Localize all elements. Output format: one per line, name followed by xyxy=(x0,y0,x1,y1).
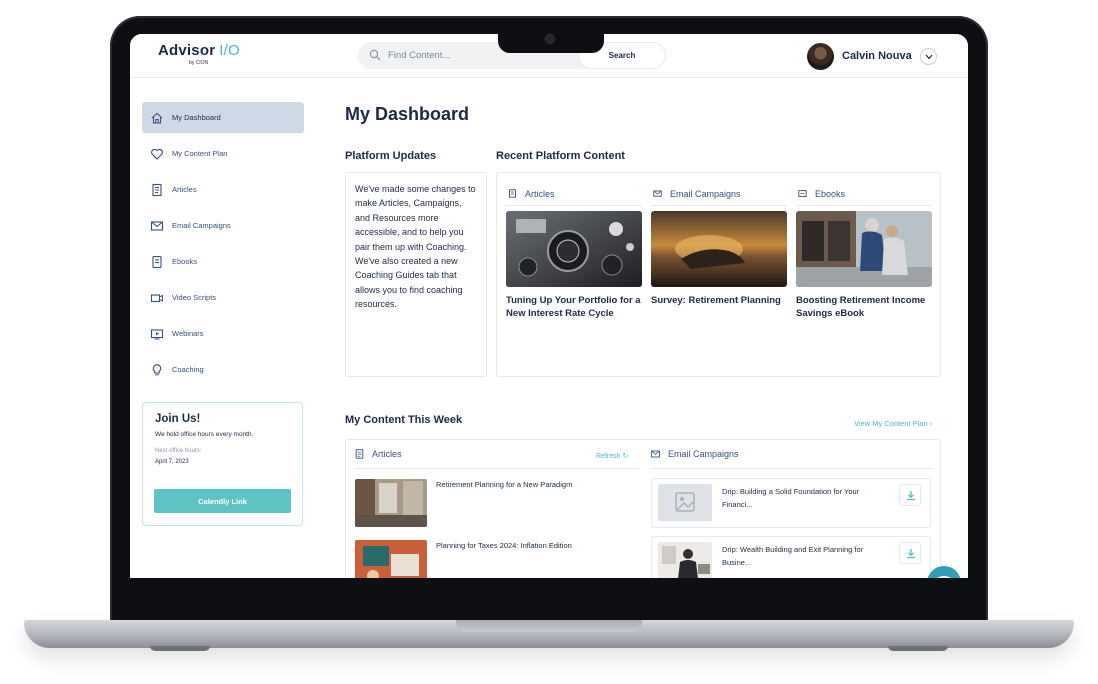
sidebar-item-coaching[interactable]: Coaching xyxy=(142,354,304,385)
envelope-icon xyxy=(653,190,662,197)
sidebar-item-label: My Content Plan xyxy=(172,149,228,158)
envelope-icon xyxy=(150,220,164,231)
laptop-foot-left xyxy=(150,646,210,651)
recent-column-header: Email Campaigns xyxy=(651,182,787,206)
chat-icon xyxy=(937,576,951,578)
join-title: Join Us! xyxy=(155,413,201,425)
sidebar-item-label: Coaching xyxy=(172,365,204,374)
office-hours-date: April 7, 2023 xyxy=(155,459,189,465)
email-title[interactable]: Drip: Building a Solid Foundation for Yo… xyxy=(722,485,882,511)
office-hours-card: Join Us! We hold office hours every mont… xyxy=(142,402,303,526)
recent-category: Ebooks xyxy=(815,188,846,199)
calendly-link-button[interactable]: Calendly Link xyxy=(154,489,291,513)
recent-column-header: Ebooks xyxy=(796,182,932,206)
sidebar-item-email-campaigns[interactable]: Email Campaigns xyxy=(142,210,304,241)
laptop-foot-right xyxy=(888,646,948,651)
recent-item-title[interactable]: Boosting Retirement Income Savings eBook xyxy=(796,294,932,320)
document-icon xyxy=(152,183,162,196)
email-thumbnail[interactable] xyxy=(658,542,712,578)
laptop-base-notch xyxy=(456,620,642,632)
thumbnail-radio-dials[interactable] xyxy=(506,211,642,287)
sidebar-item-ebooks[interactable]: Ebooks xyxy=(142,246,304,277)
list-item[interactable]: Drip: Building a Solid Foundation for Yo… xyxy=(651,478,931,528)
platform-updates-text: We've made some changes to make Articles… xyxy=(355,184,476,310)
refresh-button[interactable]: Refresh ↻ xyxy=(596,452,628,460)
download-icon xyxy=(907,491,915,501)
sidebar-item-label: Email Campaigns xyxy=(172,221,231,230)
ebook-icon xyxy=(798,190,807,197)
sidebar-item-label: My Dashboard xyxy=(172,113,221,122)
heart-icon xyxy=(151,148,163,160)
content-this-week-title: My Content This Week xyxy=(345,414,463,426)
sidebar-item-label: Webinars xyxy=(172,329,204,338)
content-this-week-card: Articles Refresh ↻ Email Campaigns Retir… xyxy=(345,439,941,578)
app-logo[interactable]: Advisor I/O xyxy=(158,42,240,59)
envelope-icon xyxy=(651,450,660,458)
thumbnail-sunset-hand[interactable] xyxy=(651,211,787,287)
user-menu-button[interactable] xyxy=(920,48,937,65)
recent-content-card: Articles Tuning Up Your Portfolio for a … xyxy=(496,172,941,377)
platform-updates-card: We've made some changes to make Articles… xyxy=(345,172,487,377)
download-icon xyxy=(907,549,915,559)
list-item[interactable]: Planning for Taxes 2024: Inflation Editi… xyxy=(355,540,645,578)
sidebar-item-webinars[interactable]: Webinars xyxy=(142,318,304,349)
recent-item-title[interactable]: Tuning Up Your Portfolio for a New Inter… xyxy=(506,294,642,320)
sidebar-item-label: Articles xyxy=(172,185,197,194)
sidebar-item-label: Ebooks xyxy=(172,257,198,266)
article-thumbnail[interactable] xyxy=(355,479,427,527)
page-title: My Dashboard xyxy=(345,104,470,124)
recent-category: Articles xyxy=(525,188,555,199)
logo-subtitle: by CION xyxy=(189,60,209,66)
screen: AdvisorI/O by CION Search Calvin Nouva M… xyxy=(130,34,968,578)
recent-category: Email Campaigns xyxy=(670,188,741,199)
monitor-icon xyxy=(150,328,164,339)
article-thumbnail[interactable] xyxy=(355,540,427,578)
image-placeholder-icon xyxy=(658,484,712,521)
week-emails-header: Email Campaigns xyxy=(651,440,933,469)
next-office-hours-label: Next office hours: xyxy=(155,448,202,454)
video-icon xyxy=(150,293,163,302)
download-button[interactable] xyxy=(899,484,921,506)
chat-support-button[interactable] xyxy=(927,566,961,578)
camera-icon xyxy=(546,35,554,43)
sidebar-item-my-content-plan[interactable]: My Content Plan xyxy=(142,138,304,169)
article-title[interactable]: Retirement Planning for a New Paradigm xyxy=(436,480,641,489)
logo-io: I/O xyxy=(219,42,240,59)
view-content-plan-link[interactable]: View My Content Plan › xyxy=(854,419,932,428)
recent-item-title[interactable]: Survey: Retirement Planning xyxy=(651,294,787,307)
ebook-icon xyxy=(152,255,162,268)
avatar[interactable] xyxy=(807,43,834,70)
chevron-down-icon xyxy=(925,54,933,60)
user-name[interactable]: Calvin Nouva xyxy=(842,50,912,62)
sidebar-item-video-scripts[interactable]: Video Scripts xyxy=(142,282,304,313)
search-icon xyxy=(369,49,381,61)
platform-updates-title: Platform Updates xyxy=(345,150,437,162)
thumbnail-couple-city[interactable] xyxy=(796,211,932,287)
week-emails-label: Email Campaigns xyxy=(668,449,739,459)
list-item[interactable]: Retirement Planning for a New Paradigm xyxy=(355,479,645,527)
list-item[interactable]: Drip: Wealth Building and Exit Planning … xyxy=(651,536,931,578)
recent-column-header: Articles xyxy=(506,182,642,206)
home-icon xyxy=(151,112,163,124)
week-articles-label: Articles xyxy=(372,449,402,459)
document-icon xyxy=(355,449,364,459)
sidebar-item-my-dashboard[interactable]: My Dashboard xyxy=(142,102,304,133)
download-button[interactable] xyxy=(899,542,921,564)
email-title[interactable]: Drip: Wealth Building and Exit Planning … xyxy=(722,543,882,569)
lightbulb-icon xyxy=(152,363,162,375)
sidebar-item-label: Video Scripts xyxy=(172,293,217,302)
article-title[interactable]: Planning for Taxes 2024: Inflation Editi… xyxy=(436,541,641,550)
document-icon xyxy=(509,189,516,198)
recent-content-title: Recent Platform Content xyxy=(496,150,625,162)
join-text: We hold office hours every month. xyxy=(155,431,254,438)
logo-text: Advisor xyxy=(158,42,216,59)
sidebar-item-articles[interactable]: Articles xyxy=(142,174,304,205)
sidebar-nav: My Dashboard My Content Plan Articles Em… xyxy=(142,102,304,390)
